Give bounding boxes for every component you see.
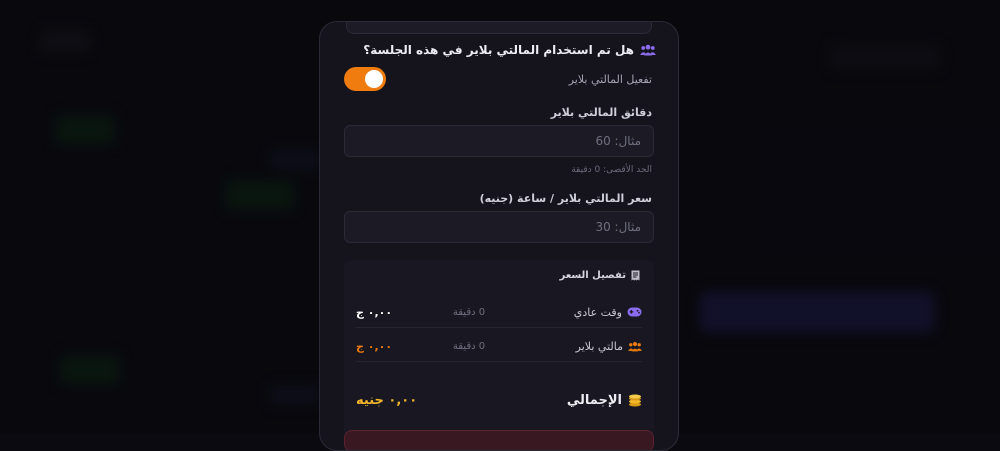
multiplayer-minutes: 0 دقيقة <box>452 340 486 352</box>
total-label-text: الإجمالي <box>566 392 622 408</box>
users-icon <box>640 44 656 56</box>
breakdown-row-name: وقت عادي <box>522 306 642 319</box>
multiplayer-toggle[interactable] <box>344 67 386 91</box>
minutes-hint: الحد الأقصى: 0 دقيقة <box>571 165 652 175</box>
price-label: سعر المالتي بلاير / ساعة (جنيه) <box>479 192 652 205</box>
users-icon <box>628 341 642 352</box>
breakdown-row-name: مالتي بلاير <box>522 340 642 353</box>
multiplayer-amount: ٠,٠٠ ج <box>356 339 393 353</box>
price-placeholder: مثال: 30 <box>595 220 641 234</box>
multiplayer-toggle-row: تفعيل المالتي بلاير <box>344 67 652 91</box>
total-row: الإجمالي ٠,٠٠ جنيه <box>356 388 642 412</box>
breakdown-row-multiplayer: مالتي بلاير 0 دقيقة ٠,٠٠ ج <box>356 331 642 362</box>
receipt-icon <box>631 270 640 281</box>
multiplayer-modal: هل تم استخدام المالتي بلاير في هذه الجلس… <box>319 21 679 451</box>
toggle-knob <box>365 70 383 88</box>
price-input[interactable]: مثال: 30 <box>344 211 654 243</box>
coins-icon <box>628 394 642 407</box>
breakdown-title-text: تفصيل السعر <box>559 270 626 281</box>
multiplayer-question-text: هل تم استخدام المالتي بلاير في هذه الجلس… <box>363 43 634 57</box>
regular-time-amount: ٠,٠٠ ج <box>356 305 393 319</box>
danger-button-edge[interactable] <box>344 430 654 450</box>
minutes-label: دقائق المالتي بلاير <box>550 106 652 119</box>
breakdown-row-regular: وقت عادي 0 دقيقة ٠,٠٠ ج <box>356 297 642 328</box>
regular-time-label: وقت عادي <box>573 305 622 319</box>
multiplayer-label: مالتي بلاير <box>575 339 623 353</box>
gamepad-icon <box>627 307 642 317</box>
total-label: الإجمالي <box>567 393 642 408</box>
minutes-input[interactable]: مثال: 60 <box>344 125 654 157</box>
regular-time-minutes: 0 دقيقة <box>452 306 486 318</box>
multiplayer-question: هل تم استخدام المالتي بلاير في هذه الجلس… <box>340 43 656 57</box>
previous-field-edge <box>346 22 652 34</box>
minutes-placeholder: مثال: 60 <box>595 134 641 148</box>
total-amount: ٠,٠٠ جنيه <box>356 392 418 408</box>
price-breakdown: تفصيل السعر وقت عادي 0 دقيقة ٠,٠٠ ج مالت… <box>344 260 654 440</box>
multiplayer-toggle-label: تفعيل المالتي بلاير <box>568 72 652 86</box>
breakdown-title: تفصيل السعر <box>559 270 640 281</box>
